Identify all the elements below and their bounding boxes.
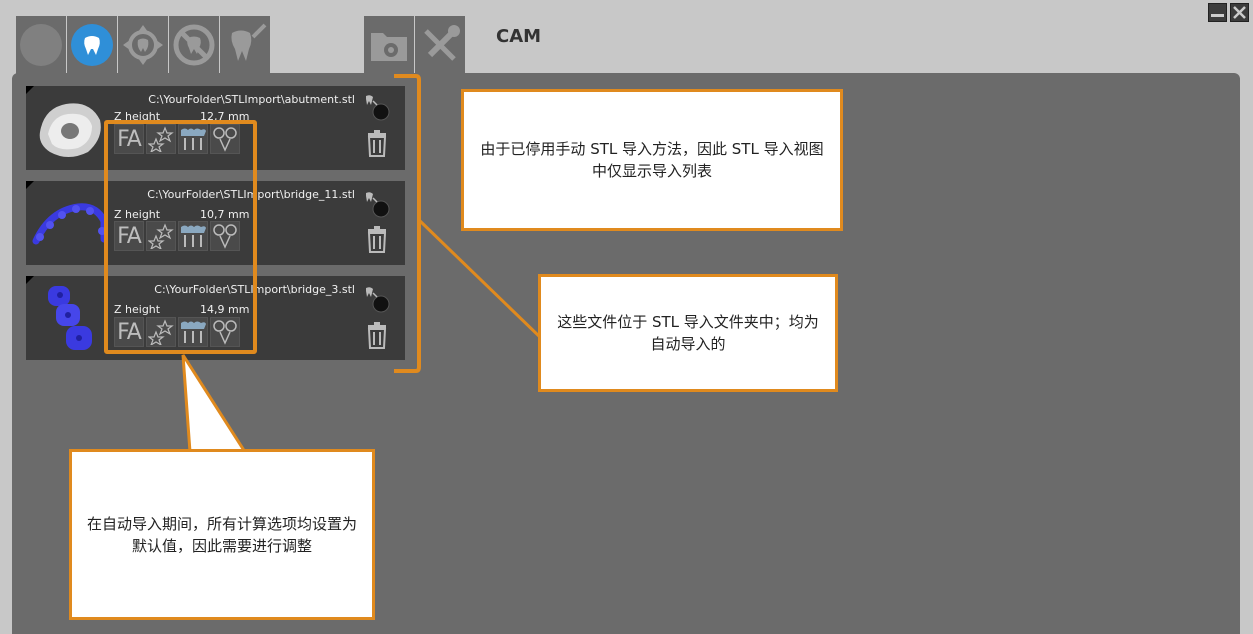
trash-icon xyxy=(367,130,387,157)
circle-icon xyxy=(20,24,62,66)
file-path: C:\YourFolder\STLImport\abutment.stl xyxy=(148,93,355,106)
abutment-thumbnail xyxy=(39,103,101,157)
callout-defaults: 在自动导入期间，所有计算选项均设置为默认值，因此需要进行调整 xyxy=(69,449,375,620)
delete-button[interactable] xyxy=(362,224,392,254)
trash-icon xyxy=(367,322,387,349)
callout-auto-import: 这些文件位于 STL 导入文件夹中；均为自动导入的 xyxy=(538,274,838,392)
tab-tooth-wand[interactable] xyxy=(220,16,270,74)
bomb-icon xyxy=(366,192,390,218)
tooth-icon xyxy=(71,24,113,66)
bomb-button[interactable] xyxy=(362,284,392,314)
bomb-icon xyxy=(366,95,390,121)
tab-tools[interactable] xyxy=(415,16,465,74)
bridge-thumbnail xyxy=(48,286,92,350)
tab-tooth[interactable] xyxy=(67,16,117,74)
close-icon xyxy=(1233,6,1246,19)
folder-gear-icon xyxy=(371,33,407,61)
tab-folder-settings[interactable] xyxy=(364,16,414,74)
tab-move[interactable] xyxy=(118,16,168,74)
minimize-icon xyxy=(1211,14,1224,17)
delete-button[interactable] xyxy=(362,320,392,350)
close-button[interactable] xyxy=(1230,3,1249,22)
move-arrows-icon xyxy=(123,25,163,65)
bomb-button[interactable] xyxy=(362,92,392,122)
trash-icon xyxy=(367,226,387,253)
bridge-thumbnail xyxy=(32,203,108,245)
tooth-wand-icon xyxy=(231,23,267,61)
delete-button[interactable] xyxy=(362,128,392,158)
top-bar: CAM xyxy=(0,0,1253,74)
minimize-button[interactable] xyxy=(1208,3,1227,22)
tab-circle[interactable] xyxy=(16,16,66,74)
bomb-button[interactable] xyxy=(362,189,392,219)
no-tooth-icon xyxy=(173,24,215,66)
tools-icon xyxy=(424,25,460,61)
app-title: CAM xyxy=(496,26,542,47)
options-highlight-box xyxy=(104,120,257,354)
callout-manual-disabled: 由于已停用手动 STL 导入方法，因此 STL 导入视图中仅显示导入列表 xyxy=(461,89,843,231)
tab-no-tooth[interactable] xyxy=(169,16,219,74)
bomb-icon xyxy=(366,287,390,313)
